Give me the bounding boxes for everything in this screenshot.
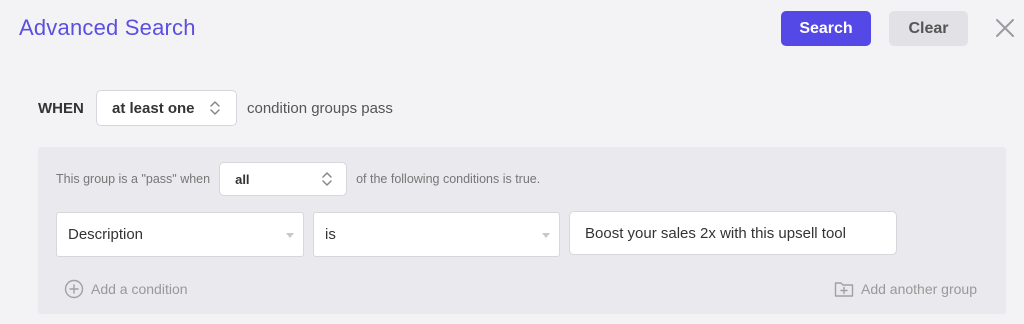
add-group-button[interactable]: Add another group xyxy=(834,278,977,300)
group-mode-select[interactable]: all xyxy=(219,162,348,196)
match-mode-select[interactable]: at least one xyxy=(96,90,237,126)
updown-chevron-icon xyxy=(210,101,220,115)
condition-operator-select[interactable]: is xyxy=(313,212,560,257)
chevron-down-icon xyxy=(286,233,294,238)
search-button[interactable]: Search xyxy=(781,11,871,46)
condition-field-select[interactable]: Description xyxy=(56,212,304,257)
clear-button[interactable]: Clear xyxy=(889,11,968,46)
group-rule-line: This group is a "pass" when all of the f… xyxy=(56,162,540,196)
group-rule-suffix: of the following conditions is true. xyxy=(356,172,541,186)
add-condition-button[interactable]: Add a condition xyxy=(64,278,188,300)
group-mode-value: all xyxy=(235,171,250,187)
condition-field-value: Description xyxy=(68,226,144,243)
folder-plus-icon xyxy=(834,282,854,297)
chevron-down-icon xyxy=(542,233,550,238)
updown-chevron-icon xyxy=(322,172,332,186)
when-suffix: condition groups pass xyxy=(247,99,393,117)
page-title: Advanced Search xyxy=(19,15,196,40)
plus-circle-icon xyxy=(64,279,84,299)
condition-value-text: Boost your sales 2x with this upsell too… xyxy=(585,224,846,242)
condition-operator-value: is xyxy=(325,226,336,243)
condition-group: This group is a "pass" when all of the f… xyxy=(38,147,1006,314)
add-condition-label: Add a condition xyxy=(91,281,188,297)
group-rule-prefix: This group is a "pass" when xyxy=(56,172,211,186)
condition-value-input[interactable]: Boost your sales 2x with this upsell too… xyxy=(569,211,897,255)
add-group-label: Add another group xyxy=(861,281,977,297)
modal-header: Advanced Search Search Clear xyxy=(0,0,1024,60)
when-row: WHEN at least one condition groups pass xyxy=(38,90,393,126)
close-icon[interactable] xyxy=(994,17,1016,39)
when-label: WHEN xyxy=(38,99,84,117)
match-mode-value: at least one xyxy=(112,99,195,117)
